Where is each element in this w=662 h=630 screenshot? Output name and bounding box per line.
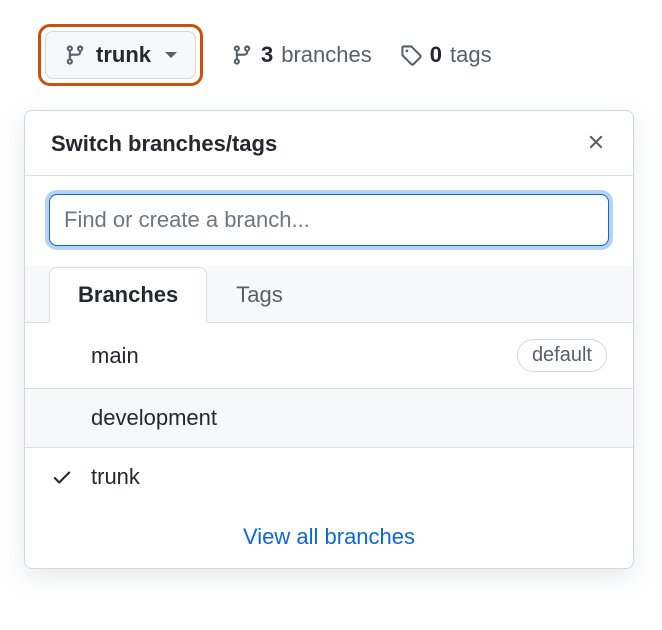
search-container	[25, 176, 633, 266]
branch-switcher-dropdown: Switch branches/tags Branches Tags main …	[24, 110, 634, 569]
branch-name: development	[91, 405, 607, 431]
caret-down-icon	[165, 52, 177, 58]
check-icon	[51, 466, 91, 488]
tab-branches[interactable]: Branches	[49, 267, 207, 323]
branch-item-development[interactable]: development	[25, 389, 633, 448]
tab-tags[interactable]: Tags	[207, 267, 311, 323]
dropdown-header: Switch branches/tags	[25, 111, 633, 176]
close-icon[interactable]	[585, 131, 607, 157]
branch-selector-button[interactable]: trunk	[45, 31, 196, 79]
default-badge: default	[517, 339, 607, 372]
tags-link[interactable]: 0 tags	[400, 42, 492, 68]
branch-search-input[interactable]	[49, 194, 609, 246]
git-branch-icon	[231, 44, 253, 66]
branch-list: main default development trunk	[25, 323, 633, 506]
branches-link[interactable]: 3 branches	[231, 42, 372, 68]
tag-icon	[400, 44, 422, 66]
git-branch-icon	[64, 44, 86, 66]
dropdown-title: Switch branches/tags	[51, 131, 277, 157]
branch-item-trunk[interactable]: trunk	[25, 448, 633, 506]
view-all-branches-link[interactable]: View all branches	[25, 506, 633, 568]
branch-name: main	[91, 343, 517, 369]
branch-selector-highlight: trunk	[38, 24, 203, 86]
repo-toolbar: trunk 3 branches 0 tags	[24, 24, 662, 86]
branch-item-main[interactable]: main default	[25, 323, 633, 389]
branches-label: branches	[281, 42, 372, 68]
tags-label: tags	[450, 42, 492, 68]
branch-name: trunk	[91, 464, 607, 490]
current-branch-label: trunk	[96, 42, 151, 68]
dropdown-tabs: Branches Tags	[25, 266, 633, 323]
branches-count: 3	[261, 42, 273, 68]
tags-count: 0	[430, 42, 442, 68]
